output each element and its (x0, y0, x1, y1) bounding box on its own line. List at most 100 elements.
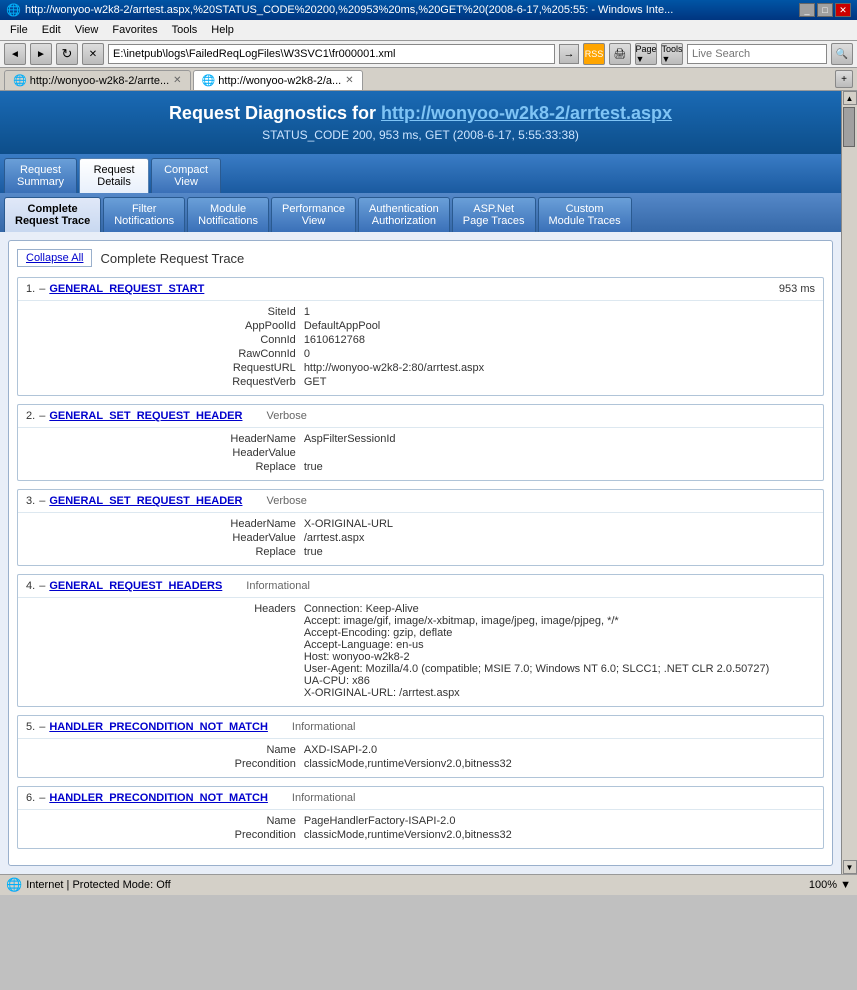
subtab-custom-module-traces[interactable]: Custom Module Traces (538, 197, 632, 232)
browser-tab-1-label: 🌐 http://wonyoo-w2k8-2/arrte... (13, 74, 169, 87)
trace-entry-1-title: 1. – GENERAL_REQUEST_START (26, 283, 204, 295)
trace-entry-6-num: 6. (26, 792, 35, 804)
zoom-control[interactable]: 100% ▼ (809, 879, 851, 891)
address-input[interactable] (108, 44, 555, 64)
maximize-button[interactable]: □ (817, 3, 833, 17)
trace-data-row: Precondition classicMode,runtimeVersionv… (184, 828, 815, 842)
trace-entry-1-body: SiteId 1 AppPoolId DefaultAppPool ConnId… (18, 300, 823, 395)
trace-data-val: http://wonyoo-w2k8-2:80/arrtest.aspx (304, 362, 815, 374)
page-title-prefix: Request Diagnostics for (169, 103, 381, 123)
subtab-complete-request-trace[interactable]: Complete Request Trace (4, 197, 101, 232)
title-bar: 🌐 http://wonyoo-w2k8-2/arrtest.aspx,%20S… (0, 0, 857, 20)
collapse-all-button[interactable]: Collapse All (17, 249, 92, 267)
subtab-performance-view[interactable]: Performance View (271, 197, 356, 232)
menu-favorites[interactable]: Favorites (106, 22, 163, 38)
browser-tab-2[interactable]: 🌐 http://wonyoo-w2k8-2/a... ✕ (193, 70, 363, 90)
search-input[interactable] (687, 44, 827, 64)
trace-entry-1-header: 1. – GENERAL_REQUEST_START 953 ms (18, 278, 823, 300)
trace-data-key: Name (184, 744, 304, 756)
trace-entry-6-body: Name PageHandlerFactory-ISAPI-2.0 Precon… (18, 809, 823, 848)
page-title: Request Diagnostics for http://wonyoo-w2… (8, 103, 833, 124)
trace-entry-3-toggle[interactable]: – (39, 495, 45, 507)
browser-tab-1[interactable]: 🌐 http://wonyoo-w2k8-2/arrte... ✕ (4, 70, 191, 90)
browser-tab-1-close[interactable]: ✕ (173, 75, 181, 86)
title-bar-left: 🌐 http://wonyoo-w2k8-2/arrtest.aspx,%20S… (6, 3, 673, 17)
tab-request-summary[interactable]: Request Summary (4, 158, 77, 193)
trace-entry-5-body: Name AXD-ISAPI-2.0 Precondition classicM… (18, 738, 823, 777)
trace-entry-2-num: 2. (26, 410, 35, 422)
tab-request-details[interactable]: Request Details (79, 158, 149, 193)
subtab-authentication-authorization[interactable]: Authentication Authorization (358, 197, 450, 232)
trace-header: Collapse All Complete Request Trace (17, 249, 824, 267)
refresh-button[interactable]: ↻ (56, 43, 78, 65)
trace-data-row: RawConnId 0 (184, 347, 815, 361)
scrollbar-down-button[interactable]: ▼ (843, 860, 857, 874)
rss-button[interactable]: RSS (583, 43, 605, 65)
trace-entry-4-link[interactable]: GENERAL_REQUEST_HEADERS (49, 580, 222, 592)
trace-entry-5-num: 5. (26, 721, 35, 733)
trace-entry-2-body: HeaderName AspFilterSessionId HeaderValu… (18, 427, 823, 480)
trace-data-val: Connection: Keep-Alive Accept: image/gif… (304, 603, 815, 699)
browser-tab-2-close[interactable]: ✕ (345, 75, 353, 86)
trace-data-row: RequestVerb GET (184, 375, 815, 389)
trace-entry-3-header: 3. – GENERAL_SET_REQUEST_HEADER Verbose (18, 490, 823, 512)
tools-button[interactable]: Tools ▼ (661, 43, 683, 65)
menu-edit[interactable]: Edit (36, 22, 67, 38)
trace-entry-6-toggle[interactable]: – (39, 792, 45, 804)
minimize-button[interactable]: _ (799, 3, 815, 17)
menu-tools[interactable]: Tools (166, 22, 204, 38)
stop-button[interactable]: ✕ (82, 43, 104, 65)
trace-entry-4-verbose: Informational (246, 580, 310, 592)
trace-container: Collapse All Complete Request Trace 1. –… (8, 240, 833, 866)
trace-entry-4-toggle[interactable]: – (39, 580, 45, 592)
zoom-label[interactable]: 100% ▼ (809, 879, 851, 891)
trace-data-key: HeaderName (184, 518, 304, 530)
trace-entry-6-link[interactable]: HANDLER_PRECONDITION_NOT_MATCH (49, 792, 268, 804)
menu-file[interactable]: File (4, 22, 34, 38)
trace-data-val (304, 447, 815, 459)
trace-data-key: SiteId (184, 306, 304, 318)
trace-entry-1-toggle[interactable]: – (39, 283, 45, 295)
forward-button[interactable]: ► (30, 43, 52, 65)
page-header: Request Diagnostics for http://wonyoo-w2… (0, 91, 841, 154)
close-button[interactable]: ✕ (835, 3, 851, 17)
trace-data-key: Name (184, 815, 304, 827)
page-title-link[interactable]: http://wonyoo-w2k8-2/arrtest.aspx (381, 103, 672, 123)
search-button[interactable]: 🔍 (831, 43, 853, 65)
browser-tab-2-label: 🌐 http://wonyoo-w2k8-2/a... (202, 74, 342, 87)
trace-entry-2-toggle[interactable]: – (39, 410, 45, 422)
trace-entry-2-link[interactable]: GENERAL_SET_REQUEST_HEADER (49, 410, 242, 422)
trace-entry-2-data: HeaderName AspFilterSessionId HeaderValu… (184, 432, 815, 474)
subtab-filter-notifications[interactable]: Filter Notifications (103, 197, 185, 232)
print-button[interactable]: 🖨 (609, 43, 631, 65)
trace-entry-1-time: 953 ms (779, 283, 815, 295)
new-tab-button[interactable]: + (835, 70, 853, 88)
trace-data-val: PageHandlerFactory-ISAPI-2.0 (304, 815, 815, 827)
trace-entry-5-toggle[interactable]: – (39, 721, 45, 733)
address-bar: ◄ ► ↻ ✕ → RSS 🖨 Page ▼ Tools ▼ 🔍 (0, 41, 857, 68)
vertical-scrollbar[interactable]: ▲ ▼ (841, 91, 857, 874)
subtab-module-notifications[interactable]: Module Notifications (187, 197, 269, 232)
scrollbar-thumb[interactable] (843, 107, 855, 147)
go-button[interactable]: → (559, 44, 579, 64)
status-bar: 🌐 Internet | Protected Mode: Off 100% ▼ (0, 874, 857, 895)
browser-icon: 🌐 (6, 3, 21, 17)
trace-data-val: true (304, 546, 815, 558)
trace-data-row: HeaderValue (184, 446, 815, 460)
menu-help[interactable]: Help (205, 22, 240, 38)
trace-entry-5-link[interactable]: HANDLER_PRECONDITION_NOT_MATCH (49, 721, 268, 733)
trace-entry-1-link[interactable]: GENERAL_REQUEST_START (49, 283, 204, 295)
menu-view[interactable]: View (69, 22, 105, 38)
tab-compact-view[interactable]: Compact View (151, 158, 221, 193)
subtab-asp-net-page-traces[interactable]: ASP.Net Page Traces (452, 197, 536, 232)
back-button[interactable]: ◄ (4, 43, 26, 65)
trace-entry-5: 5. – HANDLER_PRECONDITION_NOT_MATCH Info… (17, 715, 824, 778)
trace-entry-3-link[interactable]: GENERAL_SET_REQUEST_HEADER (49, 495, 242, 507)
trace-entry-6-title: 6. – HANDLER_PRECONDITION_NOT_MATCH Info… (26, 792, 356, 804)
sub-nav-tabs: Complete Request Trace Filter Notificati… (0, 193, 841, 232)
trace-title: Complete Request Trace (100, 251, 244, 266)
scrollbar-track-area[interactable] (843, 105, 857, 860)
scrollbar-up-button[interactable]: ▲ (843, 91, 857, 105)
page-button[interactable]: Page ▼ (635, 43, 657, 65)
trace-entry-4-header: 4. – GENERAL_REQUEST_HEADERS Information… (18, 575, 823, 597)
